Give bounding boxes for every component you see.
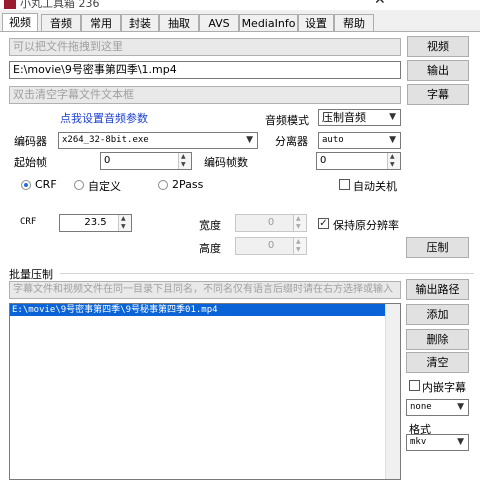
spinner-arrows-icon[interactable]: ▲ ▼ [387, 153, 400, 169]
encode-frames-spinner[interactable]: 0 ▲ ▼ [316, 152, 401, 170]
batch-divider [60, 273, 474, 274]
window-title: 小丸工具箱 236 [20, 0, 100, 10]
height-value: 0 [267, 240, 275, 251]
title-bar: 小丸工具箱 236 ✕ [0, 0, 480, 10]
start-frame-spinner[interactable]: 0 ▲ ▼ [100, 152, 192, 170]
encode-frames-value: 0 [320, 155, 327, 166]
width-spinner[interactable]: 0 ▲ ▼ [235, 214, 307, 232]
height-label: 高度 [199, 242, 221, 255]
twopass-radio[interactable] [158, 180, 168, 190]
video-input-field[interactable]: 可以把文件拖拽到这里 [9, 38, 401, 56]
height-spinner[interactable]: 0 ▲ ▼ [235, 237, 307, 255]
tab-help[interactable]: 帮助 [334, 14, 374, 31]
video-button[interactable]: 视频 [407, 36, 469, 57]
chevron-down-icon: ▼ [457, 437, 464, 447]
delete-button[interactable]: 删除 [406, 329, 469, 350]
tab-settings[interactable]: 设置 [298, 14, 334, 31]
app-icon [4, 0, 16, 9]
audio-mode-select[interactable]: 压制音频 ▼ [318, 109, 401, 126]
encode-button[interactable]: 压制 [406, 237, 469, 258]
video-panel: 可以把文件拖拽到这里 视频 E:\movie\9号密事第四季\1.mp4 输出 … [0, 32, 480, 480]
crf-radio[interactable] [21, 180, 31, 190]
subtitle-select[interactable]: none ▼ [406, 399, 469, 416]
encoder-select[interactable]: x264_32-8bit.exe ▼ [58, 132, 258, 149]
audio-mode-value: 压制音频 [322, 111, 366, 124]
clear-button[interactable]: 清空 [406, 352, 469, 373]
audio-mode-label: 音频模式 [265, 114, 309, 127]
chevron-down-icon: ▼ [389, 135, 396, 145]
spinner-arrows-icon: ▲ ▼ [293, 238, 306, 254]
width-label: 宽度 [199, 219, 221, 232]
batch-file-list[interactable]: E:\movie\9号密事第四季\9号秘事第四季01.mp4 [9, 303, 401, 480]
shutdown-label[interactable]: 自动关机 [353, 178, 397, 194]
output-path-field[interactable]: E:\movie\9号密事第四季\1.mp4 [9, 61, 401, 79]
custom-radio[interactable] [74, 180, 84, 190]
subtitle-button[interactable]: 字幕 [407, 84, 469, 105]
output-button[interactable]: 输出 [407, 60, 469, 81]
subtitle-input-field[interactable]: 双击清空字幕文件文本框 [9, 86, 401, 104]
tab-extract[interactable]: 抽取 [159, 14, 199, 31]
close-icon[interactable]: ✕ [374, 0, 386, 8]
shutdown-checkbox[interactable] [339, 179, 350, 190]
custom-radio-label[interactable]: 自定义 [88, 178, 121, 194]
list-scrollbar[interactable] [385, 304, 400, 479]
embed-subtitle-checkbox[interactable] [409, 380, 420, 391]
start-frame-label: 起始帧 [14, 156, 47, 169]
batch-section-label: 批量压制 [9, 268, 53, 281]
tab-strip: 视频 音频 常用 封装 抽取 AVS MediaInfo 设置 帮助 [0, 13, 480, 32]
tab-mediainfo[interactable]: MediaInfo [239, 14, 298, 31]
tab-avs[interactable]: AVS [199, 14, 239, 31]
output-path-button[interactable]: 输出路径 [406, 279, 469, 300]
start-frame-value: 0 [104, 155, 111, 166]
twopass-radio-label[interactable]: 2Pass [172, 178, 203, 191]
spinner-arrows-icon[interactable]: ▲ ▼ [118, 215, 131, 231]
keep-resolution-checkbox[interactable]: ✓ [318, 218, 329, 229]
chevron-down-icon: ▼ [389, 112, 396, 122]
batch-hint-field[interactable]: 字幕文件和视频文件在同一目录下且同名，不同名仅有语言后缀时请在右方选择或输入 [9, 281, 401, 299]
audio-settings-link[interactable]: 点我设置音频参数 [60, 110, 148, 126]
splitter-select[interactable]: auto ▼ [318, 132, 401, 149]
tab-audio[interactable]: 音频 [41, 14, 81, 31]
chevron-down-icon: ▼ [246, 135, 253, 145]
crf-spinner[interactable]: 23.5 ▲ ▼ [59, 214, 132, 232]
encoder-value: x264_32-8bit.exe [62, 135, 149, 145]
crf-radio-label[interactable]: CRF [35, 178, 57, 191]
tab-mux[interactable]: 封装 [121, 14, 159, 31]
splitter-value: auto [322, 135, 344, 145]
splitter-label: 分离器 [275, 135, 308, 148]
list-item[interactable]: E:\movie\9号密事第四季\9号秘事第四季01.mp4 [10, 304, 400, 316]
format-value: mkv [410, 437, 427, 447]
chevron-down-icon: ▼ [457, 402, 464, 412]
add-button[interactable]: 添加 [406, 304, 469, 325]
keep-resolution-label[interactable]: 保持原分辨率 [333, 217, 399, 233]
encoder-label: 编码器 [14, 135, 47, 148]
subtitle-select-value: none [410, 402, 432, 412]
embed-subtitle-label[interactable]: 内嵌字幕 [422, 379, 466, 395]
tab-video[interactable]: 视频 [2, 13, 38, 32]
width-value: 0 [267, 217, 275, 228]
tab-common[interactable]: 常用 [81, 14, 121, 31]
encode-frames-label: 编码帧数 [204, 156, 248, 169]
spinner-arrows-icon: ▲ ▼ [293, 215, 306, 231]
format-select[interactable]: mkv ▼ [406, 434, 469, 451]
crf-value: 23.5 [84, 217, 107, 228]
crf-label: CRF [20, 217, 37, 227]
spinner-arrows-icon[interactable]: ▲ ▼ [178, 153, 191, 169]
